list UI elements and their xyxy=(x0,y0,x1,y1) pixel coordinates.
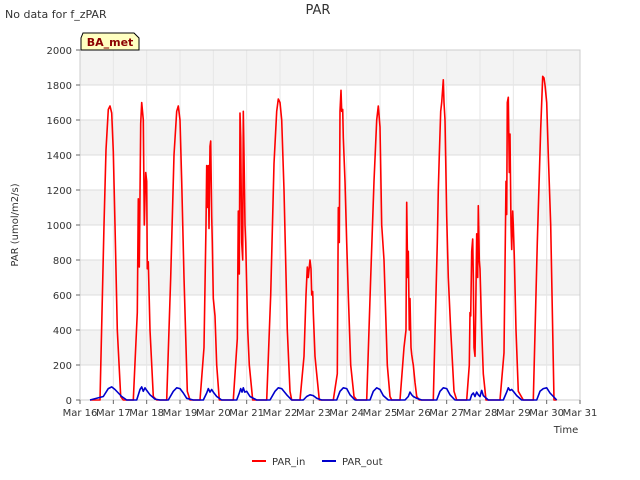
x-tick-label: Mar 26 xyxy=(396,408,431,419)
x-tick-label: Mar 19 xyxy=(163,408,198,419)
y-tick-label: 2000 xyxy=(47,46,72,57)
x-tick-label: Mar 16 xyxy=(63,408,98,419)
x-tick-label: Mar 25 xyxy=(363,408,398,419)
background-band xyxy=(80,120,580,155)
x-axis-label: Time xyxy=(553,425,578,436)
y-tick-label: 600 xyxy=(53,291,72,302)
x-tick-label: Mar 30 xyxy=(529,408,564,419)
legend-label-par-out: PAR_out xyxy=(342,457,383,468)
x-axis-ticks: Mar 16Mar 17Mar 18Mar 19Mar 20Mar 21Mar … xyxy=(63,400,598,419)
x-tick-label: Mar 22 xyxy=(263,408,298,419)
y-axis-label: PAR (umol/m2/s) xyxy=(10,183,21,266)
y-axis-ticks: 0 200 400 600 800 1000 1200 1400 1600 1800 2000 xyxy=(47,46,80,407)
y-tick-label: 1200 xyxy=(47,186,72,197)
site-badge: BA_met xyxy=(80,32,140,51)
x-tick-label: Mar 20 xyxy=(196,408,231,419)
y-tick-label: 1800 xyxy=(47,81,72,92)
x-tick-label: Mar 17 xyxy=(96,408,131,419)
x-tick-label: Mar 21 xyxy=(229,408,264,419)
no-data-note: No data for f_zPAR xyxy=(5,8,107,21)
x-tick-label: Mar 29 xyxy=(496,408,531,419)
x-tick-label: Mar 28 xyxy=(463,408,498,419)
y-tick-label: 0 xyxy=(66,396,72,407)
legend: PAR_in PAR_out xyxy=(252,457,383,468)
background-band xyxy=(80,85,580,120)
legend-label-par-in: PAR_in xyxy=(272,457,305,468)
y-tick-label: 200 xyxy=(53,361,72,372)
background-band xyxy=(80,50,580,85)
y-tick-label: 1400 xyxy=(47,151,72,162)
y-tick-label: 800 xyxy=(53,256,72,267)
background-band xyxy=(80,155,580,190)
chart-title: PAR xyxy=(306,3,331,18)
par-chart: PAR No data for f_zPAR BA_met 0 200 400 600… xyxy=(5,3,598,468)
y-tick-label: 1600 xyxy=(47,116,72,127)
x-tick-label: Mar 23 xyxy=(296,408,331,419)
x-tick-label: Mar 27 xyxy=(429,408,464,419)
x-tick-label: Mar 24 xyxy=(329,408,364,419)
y-tick-label: 1000 xyxy=(47,221,72,232)
site-badge-label: BA_met xyxy=(87,36,134,49)
x-tick-label: Mar 31 xyxy=(563,408,598,419)
y-tick-label: 400 xyxy=(53,326,72,337)
x-tick-label: Mar 18 xyxy=(129,408,164,419)
